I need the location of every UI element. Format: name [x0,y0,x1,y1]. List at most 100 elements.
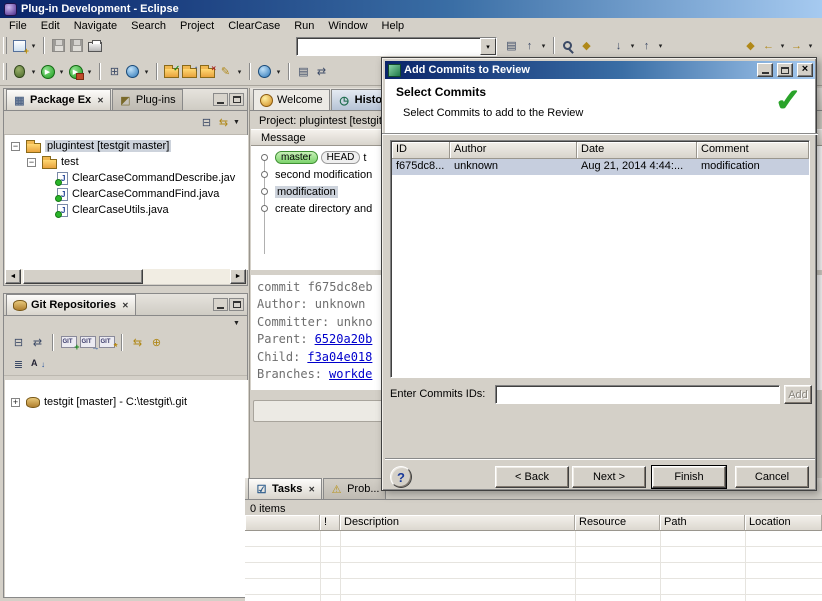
clone-repository-icon[interactable] [79,334,96,351]
menu-navigate[interactable]: Navigate [67,19,124,33]
menu-clearcase[interactable]: ClearCase [221,19,287,33]
commit-row[interactable]: second modification [275,166,372,183]
sync-icon[interactable]: ⇄ [313,63,330,80]
run-icon[interactable]: ▶ [39,63,56,80]
close-tab-icon[interactable]: ✕ [97,96,104,105]
dialog-minimize-icon[interactable] [757,63,773,77]
tab-git-repositories[interactable]: Git Repositories ✕ [6,294,136,315]
tab-problems[interactable]: ⚠ Prob... [323,478,386,499]
tab-welcome[interactable]: Welcome [253,89,330,110]
forward-history-icon[interactable]: → [788,37,805,54]
version-tree-dropdown-icon[interactable]: ▾ [235,63,244,80]
debug-dropdown-icon[interactable]: ▾ [29,63,38,80]
scrollbar-thumb[interactable] [23,269,143,284]
add-repository-icon[interactable] [60,334,77,351]
tree-item-folder[interactable]: − test [5,154,248,170]
tree-item-file[interactable]: ClearCaseUtils.java [5,202,248,218]
dialog-close-icon[interactable]: × [797,63,813,77]
collapsed-section[interactable] [253,400,383,422]
view-menu-icon[interactable]: ▼ [232,114,241,131]
create-repository-icon[interactable] [98,334,115,351]
tree-item-repository[interactable]: + testgit [master] - C:\testgit\.git [5,380,248,410]
view-menu-icon[interactable]: ▼ [232,315,241,332]
update-resource-icon[interactable]: ↑ [521,37,538,54]
expander-icon[interactable]: − [11,142,20,151]
new-wizard-icon[interactable] [11,37,28,54]
branches-link[interactable]: workde [329,367,372,381]
minimize-view-icon[interactable] [213,93,228,106]
menu-help[interactable]: Help [375,19,412,33]
scroll-right-icon[interactable]: ► [230,269,246,284]
refresh-icon[interactable]: ⇄ [29,334,46,351]
commit-row-selected[interactable]: modification [275,183,338,200]
previous-annotation-icon[interactable]: ↑ [638,37,655,54]
parent-link[interactable]: 6520a20b [315,332,373,346]
expander-icon[interactable]: − [27,158,36,167]
search-icon[interactable] [560,37,577,54]
back-dropdown-icon[interactable]: ▾ [778,37,787,54]
maximize-view-icon[interactable] [229,93,244,106]
next-annotation-dropdown-icon[interactable]: ▾ [628,37,637,54]
hierarchy-layout-icon[interactable]: ≣ [10,356,27,373]
collapse-all-icon[interactable]: ⊟ [10,334,27,351]
collapse-all-icon[interactable]: ⊟ [198,114,215,131]
close-tab-icon[interactable]: ✕ [122,301,129,310]
push-icon[interactable]: ⊕ [148,334,165,351]
checkout-folder-icon[interactable]: ✓ [163,63,180,80]
commit-ids-input[interactable] [495,385,780,404]
close-tab-icon[interactable]: ✕ [308,485,315,494]
sort-alphabetically-icon[interactable] [29,356,46,373]
menu-edit[interactable]: Edit [34,19,67,33]
scroll-left-icon[interactable]: ◄ [5,269,21,284]
menu-project[interactable]: Project [173,19,221,33]
window-titlebar[interactable]: Plug-in Development - Eclipse [0,0,822,18]
menu-search[interactable]: Search [124,19,173,33]
toolbar-handle[interactable] [3,63,7,80]
bookmark-icon[interactable]: ◆ [578,37,595,54]
help-button[interactable]: ? [390,466,412,488]
next-annotation-icon[interactable]: ↓ [610,37,627,54]
save-all-icon[interactable] [68,37,85,54]
minimize-view-icon[interactable] [213,298,228,311]
column-header-id[interactable]: ID [392,142,450,159]
next-button[interactable]: Next > [572,466,646,488]
column-header-description[interactable]: Description [340,515,575,531]
clearcase-view-combo[interactable]: ▾ [296,37,497,56]
last-edit-location-icon[interactable]: ◆ [742,37,759,54]
back-history-icon[interactable]: ← [760,37,777,54]
tasks-table[interactable] [245,531,822,601]
add-button[interactable]: Add [784,385,812,404]
external-tools-dropdown-icon[interactable]: ▾ [85,63,94,80]
compare-table-icon[interactable]: ▤ [295,63,312,80]
link-with-editor-icon[interactable]: ⇆ [215,114,232,131]
clearcase-grid-icon[interactable]: ⊞ [106,63,123,80]
expander-icon[interactable]: + [11,398,20,407]
version-tree-icon[interactable]: ✎ [217,63,234,80]
column-header-comment[interactable]: Comment [697,142,809,159]
new-wizard-dropdown-icon[interactable]: ▾ [29,37,38,54]
checkin-folder-icon[interactable]: ↑ [181,63,198,80]
fetch-icon[interactable]: ⇆ [129,334,146,351]
commit-table-row[interactable]: f675dc8... unknown Aug 21, 2014 4:44:...… [392,159,809,175]
tree-item-file[interactable]: ClearCaseCommandDescribe.jav [5,170,248,186]
column-header-author[interactable]: Author [450,142,577,159]
dialog-titlebar[interactable]: Add Commits to Review × [385,61,815,79]
tab-package-explorer[interactable]: ▦ Package Ex ✕ [6,89,111,110]
column-header-location[interactable]: Location [745,515,822,531]
run-dropdown-icon[interactable]: ▾ [57,63,66,80]
update-dropdown-icon[interactable]: ▾ [539,37,548,54]
commits-table[interactable]: ID Author Date Comment f675dc8... unknow… [390,140,810,378]
column-header-priority[interactable]: ! [320,515,340,531]
save-icon[interactable] [50,37,67,54]
back-button[interactable]: < Back [495,466,569,488]
describe-version-icon[interactable]: ▤ [503,37,520,54]
tab-tasks[interactable]: ☑ Tasks ✕ [248,478,322,499]
toolbar-handle[interactable] [3,37,7,54]
tab-plugins[interactable]: ◩ Plug-ins [112,89,183,110]
forward-dropdown-icon[interactable]: ▾ [806,37,815,54]
child-link[interactable]: f3a04e018 [307,350,372,364]
finish-button[interactable]: Finish [652,466,726,488]
dialog-maximize-icon[interactable] [777,63,793,77]
clearcase-explorer-icon[interactable] [256,63,273,80]
print-icon[interactable] [86,37,103,54]
